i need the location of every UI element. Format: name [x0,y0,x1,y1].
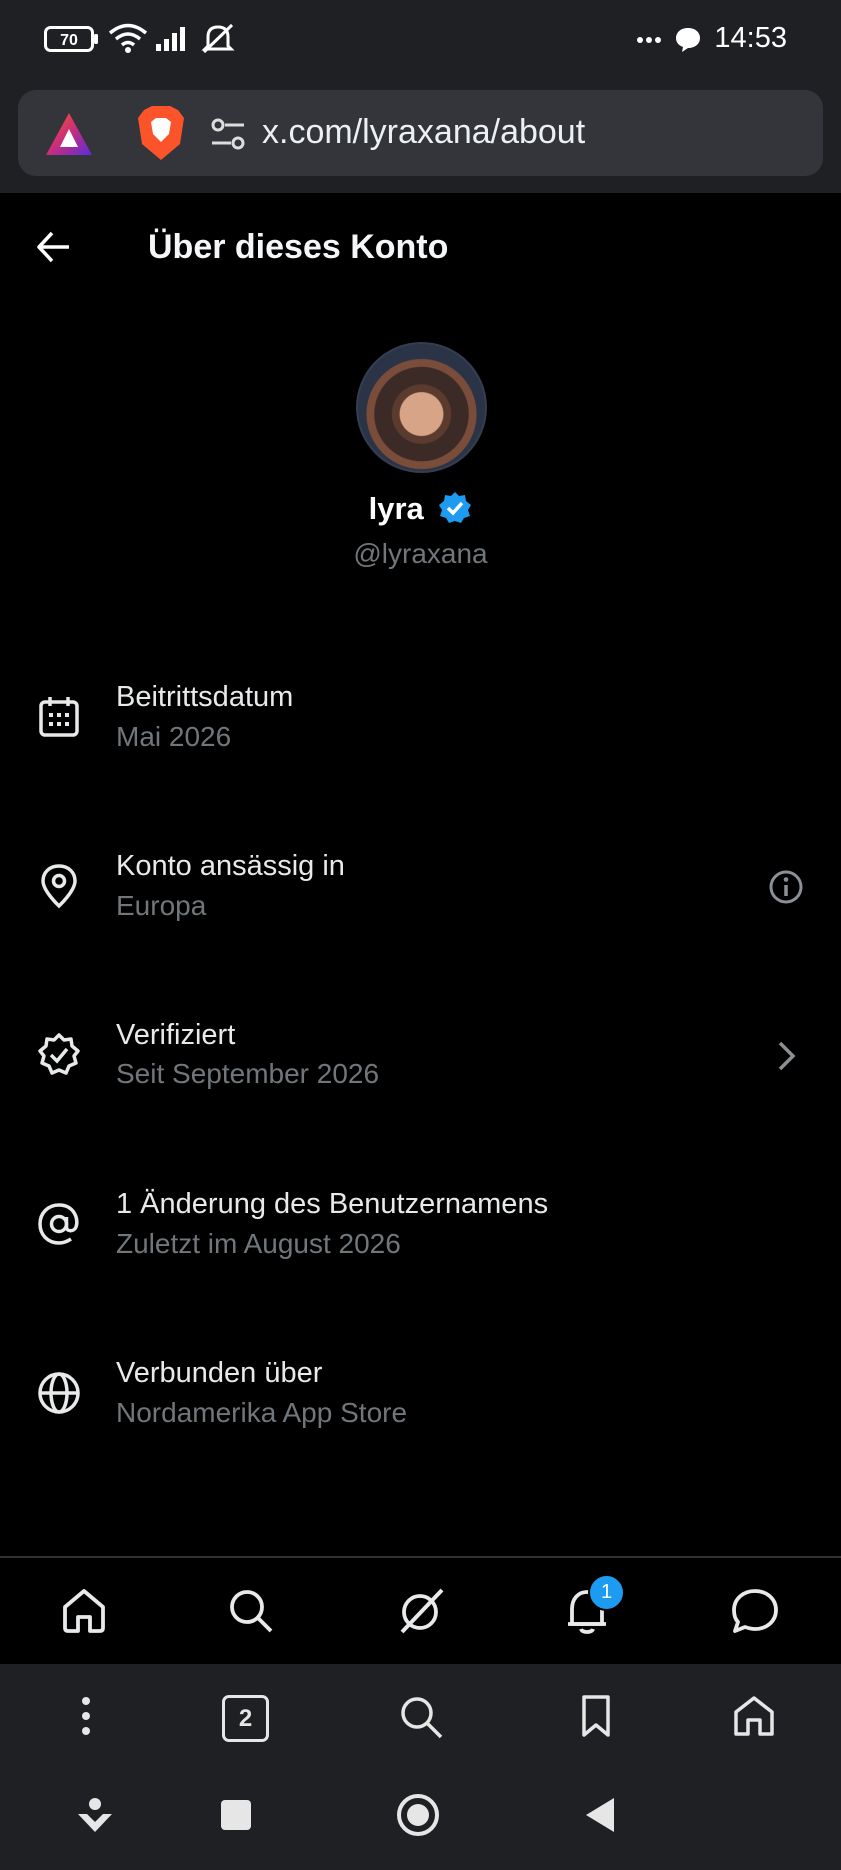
display-name: lyra [368,491,424,526]
page-title: Über dieses Konto [148,228,449,266]
more-dots-icon [637,36,661,44]
row-title: 1 Änderung des Benutzernamens [116,1188,549,1220]
home-icon[interactable] [59,1586,109,1636]
avatar[interactable] [356,342,487,473]
notification-badge: 1 [588,1574,625,1611]
globe-icon [36,1370,82,1416]
brave-rewards-icon[interactable] [44,111,94,157]
tabs-counter-button[interactable]: 2 [222,1695,269,1742]
row-title: Verbunden über [116,1357,323,1389]
bookmark-icon[interactable] [580,1694,612,1738]
brave-shields-icon[interactable] [136,104,186,162]
back-arrow-icon[interactable] [36,230,72,264]
info-row-join-date [0,660,841,780]
row-subtitle: Zuletzt im August 2026 [116,1228,401,1259]
browser-search-icon[interactable] [398,1694,444,1740]
nav-divider [0,1556,841,1558]
url-text[interactable]: x.com/lyraxana/about [262,113,585,152]
battery-icon: 70 [44,26,100,52]
profile-handle: @lyraxana [353,538,488,569]
wifi-icon [108,22,148,54]
home-circle-icon[interactable] [396,1793,440,1837]
row-title: Beitrittsdatum [116,681,294,713]
profile-name: lyra [0,491,841,527]
chat-notification-icon [674,26,702,54]
battery-level: 70 [60,32,78,49]
location-pin-icon [36,863,82,909]
back-triangle-icon[interactable] [584,1796,616,1834]
chevron-right-icon[interactable] [776,1040,798,1072]
signal-icon [154,26,190,52]
search-icon[interactable] [226,1586,276,1636]
row-title: Verifiziert [116,1019,236,1051]
calendar-icon [36,694,82,740]
grok-icon[interactable] [396,1586,446,1636]
row-subtitle: Europa [116,890,207,921]
site-settings-icon[interactable] [210,117,246,151]
row-subtitle: Nordamerika App Store [116,1397,408,1428]
at-sign-icon [36,1201,82,1247]
verified-badge-icon [36,1032,82,1078]
browser-home-icon[interactable] [732,1694,776,1738]
row-subtitle: Mai 2026 [116,721,232,752]
mute-icon [200,22,236,56]
info-icon[interactable] [768,869,804,905]
status-time: 14:53 [714,22,787,54]
download-icon[interactable] [76,1796,114,1836]
messages-icon[interactable] [730,1586,780,1636]
verified-check-icon [438,491,472,525]
menu-kebab-icon[interactable] [80,1696,92,1736]
row-subtitle: Seit September 2026 [116,1058,380,1089]
row-title: Konto ansässig in [116,850,345,882]
recents-square-icon[interactable] [221,1800,251,1830]
